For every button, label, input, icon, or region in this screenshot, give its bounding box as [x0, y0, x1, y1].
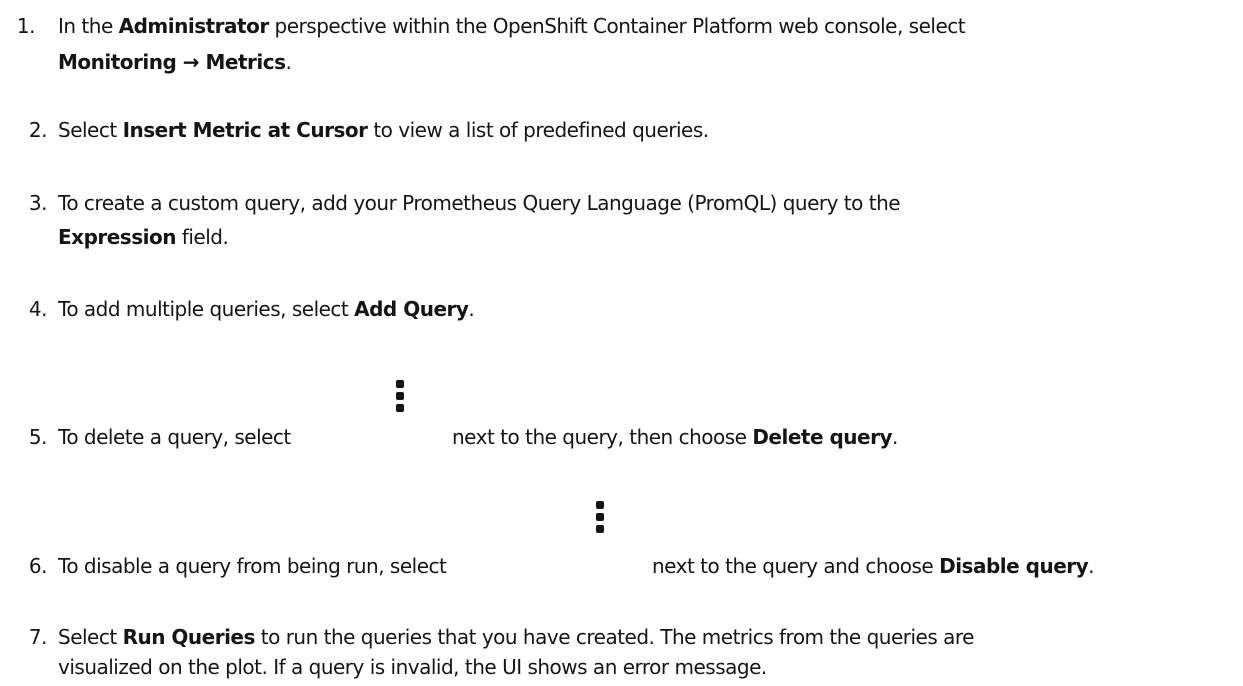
- step-text-line: To delete a query, select: [58, 423, 291, 451]
- text: .: [285, 50, 292, 74]
- step-number: 5.: [28, 425, 48, 449]
- text: To disable a query from being run, selec…: [58, 554, 447, 578]
- step-number: 3.: [28, 191, 48, 215]
- step-text-line: To add multiple queries, select Add Quer…: [58, 295, 475, 323]
- step-text-line: next to the query and choose Disable que…: [652, 552, 1095, 580]
- ui-label-add-query: Add Query: [354, 297, 469, 321]
- ui-label-administrator: Administrator: [118, 14, 270, 38]
- text: To delete a query, select: [58, 425, 291, 449]
- ui-label-monitoring-metrics: Monitoring → Metrics: [58, 50, 286, 74]
- text: .: [1088, 554, 1095, 578]
- step-number: 2.: [28, 118, 48, 142]
- text: field.: [175, 225, 229, 249]
- text: perspective within the OpenShift Contain…: [268, 14, 966, 38]
- ui-label-run-queries: Run Queries: [122, 625, 256, 649]
- step-text-line: In the Administrator perspective within …: [58, 12, 966, 40]
- step-number: 1.: [16, 14, 36, 38]
- text: Select: [58, 118, 123, 142]
- kebab-vertical-icon: [595, 501, 605, 541]
- text: To create a custom query, add your Prome…: [58, 191, 901, 215]
- text: visualized on the plot. If a query is in…: [58, 655, 767, 679]
- ui-label-insert-metric: Insert Metric at Cursor: [122, 118, 368, 142]
- step-text-line: Select Run Queries to run the queries th…: [58, 623, 974, 651]
- text: To add multiple queries, select: [58, 297, 355, 321]
- ui-label-delete-query: Delete query: [752, 425, 893, 449]
- step-text-line: visualized on the plot. If a query is in…: [58, 653, 767, 681]
- step-text-line: Select Insert Metric at Cursor to view a…: [58, 116, 709, 144]
- step-number: 7.: [28, 625, 48, 649]
- procedure-steps: 1. In the Administrator perspective with…: [0, 0, 1243, 686]
- text: .: [892, 425, 898, 449]
- text: next to the query and choose: [652, 554, 940, 578]
- text: In the: [58, 14, 119, 38]
- step-text-line: Expression field.: [58, 223, 229, 251]
- text: next to the query, then choose: [452, 425, 753, 449]
- step-number: 4.: [28, 297, 48, 321]
- step-text-line: Monitoring → Metrics.: [58, 48, 292, 76]
- text: .: [468, 297, 475, 321]
- step-text-line: To disable a query from being run, selec…: [58, 552, 447, 580]
- step-text-line: To create a custom query, add your Prome…: [58, 189, 901, 217]
- text: to run the queries that you have created…: [254, 625, 975, 649]
- kebab-vertical-icon: [395, 380, 405, 420]
- text: Select: [58, 625, 123, 649]
- step-number: 6.: [28, 554, 48, 578]
- ui-label-disable-query: Disable query: [939, 554, 1089, 578]
- text: to view a list of predefined queries.: [367, 118, 709, 142]
- step-text-line: next to the query, then choose Delete qu…: [452, 423, 898, 451]
- ui-label-expression: Expression: [58, 225, 176, 249]
